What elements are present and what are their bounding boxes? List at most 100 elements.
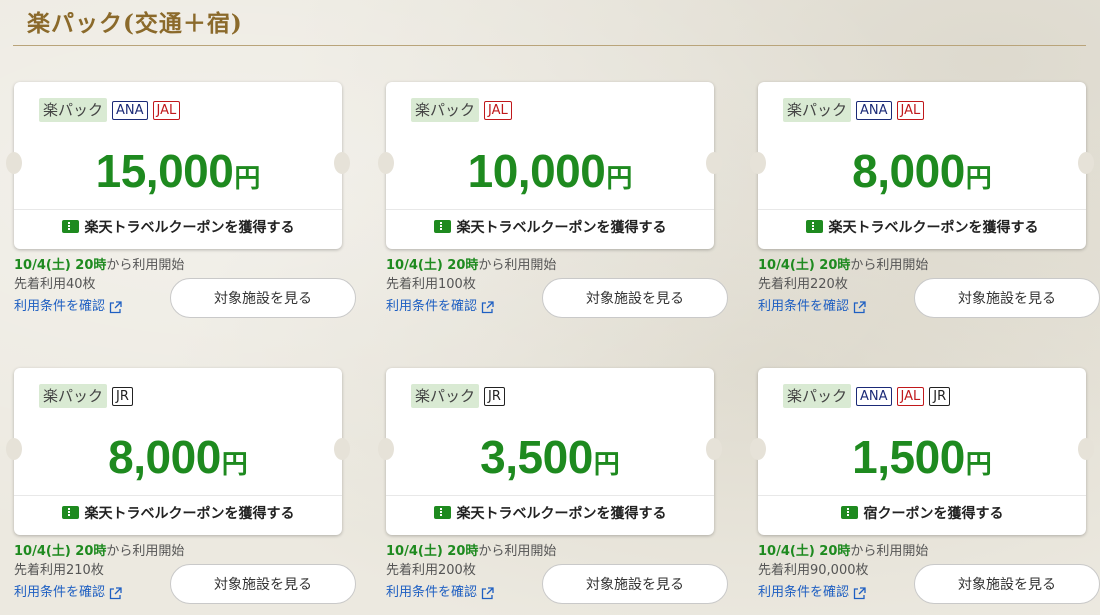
discount-amount: 10,000円	[386, 144, 714, 198]
rakupack-tag: 楽パック	[411, 98, 480, 122]
start-suffix: から利用開始	[478, 544, 557, 559]
tag-list: 楽パック JR	[39, 384, 133, 408]
rakupack-tag: 楽パック	[411, 384, 480, 408]
terms-link[interactable]: 利用条件を確認	[14, 583, 122, 603]
ticket-divider	[14, 209, 342, 210]
start-date: 10/4(土) 20時	[386, 258, 479, 273]
view-facilities-button[interactable]: 対象施設を見る	[914, 278, 1100, 318]
rakupack-tag: 楽パック	[783, 98, 852, 122]
amount-value: 8,000	[852, 145, 965, 197]
get-coupon-button[interactable]: 宿クーポンを獲得する	[758, 503, 1086, 523]
amount-value: 8,000	[108, 431, 221, 483]
coupon-meta: 10/4(土) 20時から利用開始 先着利用90,000枚 利用条件を確認 対象…	[758, 543, 1100, 613]
amount-value: 3,500	[480, 431, 593, 483]
get-coupon-button[interactable]: 楽天トラベルクーポンを獲得する	[14, 503, 342, 523]
get-coupon-label: 楽天トラベルクーポンを獲得する	[84, 506, 295, 522]
coupon-ticket: 楽パック JR 8,000円 楽天トラベルクーポンを獲得する	[6, 368, 350, 535]
ticket-divider	[386, 495, 714, 496]
coupon-card: 楽パック JR 8,000円 楽天トラベルクーポンを獲得する 10/4(土) 2…	[6, 368, 356, 613]
terms-label: 利用条件を確認	[386, 299, 478, 314]
ticket-divider	[14, 495, 342, 496]
view-facilities-button[interactable]: 対象施設を見る	[170, 564, 356, 604]
rakupack-tag: 楽パック	[783, 384, 852, 408]
view-facilities-button[interactable]: 対象施設を見る	[542, 278, 728, 318]
section-title: 楽パック(交通＋宿)	[27, 10, 243, 37]
get-coupon-button[interactable]: 楽天トラベルクーポンを獲得する	[386, 503, 714, 523]
discount-amount: 3,500円	[386, 430, 714, 484]
yen-unit: 円	[234, 164, 261, 194]
tag-list: 楽パック JR	[411, 384, 505, 408]
yen-unit: 円	[965, 164, 992, 194]
amount-value: 1,500	[852, 431, 965, 483]
start-time: 10/4(土) 20時から利用開始	[386, 257, 714, 275]
terms-link[interactable]: 利用条件を確認	[386, 297, 494, 317]
title-divider	[13, 45, 1086, 46]
carrier-tag-jal: JAL	[896, 386, 925, 406]
start-suffix: から利用開始	[850, 544, 929, 559]
view-facilities-button[interactable]: 対象施設を見る	[914, 564, 1100, 604]
external-link-icon	[109, 586, 122, 600]
get-coupon-button[interactable]: 楽天トラベルクーポンを獲得する	[758, 217, 1086, 237]
terms-link[interactable]: 利用条件を確認	[386, 583, 494, 603]
carrier-tag-ana: ANA	[856, 100, 892, 120]
amount-value: 15,000	[95, 145, 234, 197]
start-suffix: から利用開始	[478, 258, 557, 273]
view-facilities-button[interactable]: 対象施設を見る	[170, 278, 356, 318]
start-time: 10/4(土) 20時から利用開始	[14, 257, 342, 275]
coupon-meta: 10/4(土) 20時から利用開始 先着利用100枚 利用条件を確認 対象施設を…	[386, 257, 728, 327]
ticket-icon	[805, 220, 823, 233]
external-link-icon	[853, 300, 866, 314]
ticket-icon	[433, 220, 451, 233]
external-link-icon	[109, 300, 122, 314]
ticket-divider	[758, 495, 1086, 496]
coupon-meta: 10/4(土) 20時から利用開始 先着利用210枚 利用条件を確認 対象施設を…	[14, 543, 356, 613]
start-date: 10/4(土) 20時	[386, 544, 479, 559]
terms-link[interactable]: 利用条件を確認	[758, 583, 866, 603]
start-date: 10/4(土) 20時	[14, 544, 107, 559]
tag-list: 楽パック ANA JAL	[39, 98, 181, 122]
ticket-icon	[840, 506, 858, 519]
coupon-ticket: 楽パック ANA JAL 15,000円 楽天トラベルクーポンを獲得する	[6, 82, 350, 249]
yen-unit: 円	[606, 164, 633, 194]
tag-list: 楽パック JAL	[411, 98, 512, 122]
rakupack-tag: 楽パック	[39, 98, 108, 122]
start-suffix: から利用開始	[106, 258, 185, 273]
ticket-icon	[433, 506, 451, 519]
external-link-icon	[481, 300, 494, 314]
get-coupon-label: 楽天トラベルクーポンを獲得する	[84, 220, 295, 236]
carrier-tag-jr: JR	[929, 386, 951, 406]
start-time: 10/4(土) 20時から利用開始	[758, 257, 1086, 275]
start-date: 10/4(土) 20時	[14, 258, 107, 273]
carrier-tag-ana: ANA	[112, 100, 148, 120]
terms-label: 利用条件を確認	[758, 585, 850, 600]
get-coupon-button[interactable]: 楽天トラベルクーポンを獲得する	[14, 217, 342, 237]
start-suffix: から利用開始	[850, 258, 929, 273]
start-time: 10/4(土) 20時から利用開始	[14, 543, 342, 561]
carrier-tag-ana: ANA	[856, 386, 892, 406]
external-link-icon	[481, 586, 494, 600]
coupon-ticket: 楽パック ANA JAL JR 1,500円 宿クーポンを獲得する	[750, 368, 1094, 535]
terms-label: 利用条件を確認	[14, 585, 106, 600]
external-link-icon	[853, 586, 866, 600]
coupon-ticket: 楽パック ANA JAL 8,000円 楽天トラベルクーポンを獲得する	[750, 82, 1094, 249]
ticket-divider	[386, 209, 714, 210]
yen-unit: 円	[221, 450, 248, 480]
yen-unit: 円	[965, 450, 992, 480]
ticket-icon	[61, 220, 79, 233]
view-facilities-button[interactable]: 対象施設を見る	[542, 564, 728, 604]
carrier-tag-jr: JR	[484, 386, 505, 406]
carrier-tag-jr: JR	[112, 386, 133, 406]
terms-link[interactable]: 利用条件を確認	[758, 297, 866, 317]
coupon-ticket: 楽パック JAL 10,000円 楽天トラベルクーポンを獲得する	[378, 82, 722, 249]
tag-list: 楽パック ANA JAL	[783, 98, 925, 122]
get-coupon-button[interactable]: 楽天トラベルクーポンを獲得する	[386, 217, 714, 237]
terms-link[interactable]: 利用条件を確認	[14, 297, 122, 317]
get-coupon-label: 楽天トラベルクーポンを獲得する	[456, 220, 667, 236]
ticket-icon	[61, 506, 79, 519]
coupon-card: 楽パック JAL 10,000円 楽天トラベルクーポンを獲得する 10/4(土)…	[378, 82, 728, 327]
get-coupon-label: 宿クーポンを獲得する	[863, 506, 1004, 522]
carrier-tag-jal: JAL	[152, 100, 181, 120]
yen-unit: 円	[593, 450, 620, 480]
amount-value: 10,000	[467, 145, 606, 197]
discount-amount: 8,000円	[14, 430, 342, 484]
